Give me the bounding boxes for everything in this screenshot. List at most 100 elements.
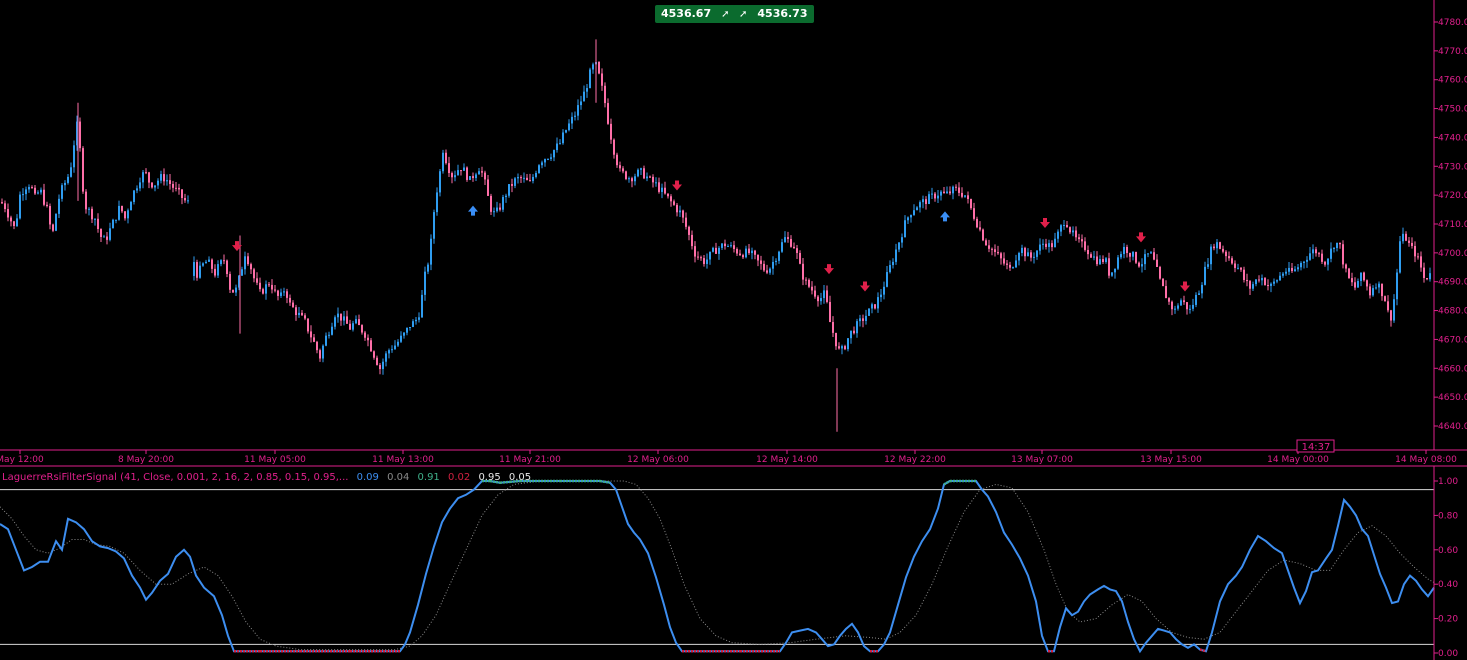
candle-body	[454, 175, 456, 178]
candle-body	[79, 121, 81, 149]
candle-body	[1156, 259, 1158, 267]
candle-body	[496, 207, 498, 212]
candle-body	[337, 313, 339, 318]
candle-body	[1309, 253, 1311, 260]
candle-body	[667, 193, 669, 197]
candle-body	[625, 171, 627, 179]
candle-body	[1351, 278, 1353, 283]
indicator-tick-label: 0.00	[1438, 649, 1458, 659]
candle-body	[1411, 242, 1413, 246]
candle-body	[379, 364, 381, 370]
price-tick-label: 4730.0	[1438, 162, 1467, 172]
candle-body	[1378, 283, 1380, 288]
candle-body	[1213, 246, 1215, 249]
indicator-level-upper: 0.95	[478, 472, 501, 483]
candle-body	[616, 154, 618, 166]
candle-body	[394, 345, 396, 350]
time-tick-label: 14 May 00:00	[1267, 455, 1329, 465]
candle-body	[118, 205, 120, 220]
candle-body	[934, 193, 936, 199]
candle-body	[241, 269, 243, 276]
candle-body	[904, 220, 906, 238]
candle-body	[508, 184, 510, 196]
candle-body	[457, 170, 459, 176]
trading-chart[interactable]: 4780.0 4770.0 4760.0 4750.0 4740.0 4730.0 4720…	[0, 0, 1467, 660]
candle-body	[40, 189, 42, 193]
candle-body	[871, 304, 873, 309]
candle-body	[685, 217, 687, 227]
candle-body	[1339, 242, 1341, 245]
candle-body	[1003, 258, 1005, 264]
candle-body	[1, 202, 3, 204]
candle-body	[790, 238, 792, 247]
candle-body	[1177, 305, 1179, 309]
buy-price-button[interactable]: ➚ 4536.73	[733, 5, 814, 23]
candle-body	[883, 286, 885, 295]
candle-body	[37, 192, 39, 194]
candle-body	[841, 346, 843, 349]
candle-body	[1051, 243, 1053, 248]
candle-body	[1414, 245, 1416, 257]
candle-body	[316, 341, 318, 351]
candle-body	[955, 186, 957, 188]
candle-body	[907, 217, 909, 221]
candle-body	[196, 262, 198, 278]
candle-body	[727, 246, 729, 248]
arrow-up-right-icon: ➚	[739, 9, 748, 20]
candle-body	[1033, 256, 1035, 258]
candle-body	[994, 249, 996, 253]
candle-body	[544, 159, 546, 163]
candle-body	[1015, 260, 1017, 268]
candle-body	[943, 191, 945, 194]
candle-body	[142, 172, 144, 183]
candle-body	[850, 330, 852, 339]
candle-body	[817, 296, 819, 302]
candle-body	[811, 286, 813, 291]
candle-body	[391, 349, 393, 351]
candle-body	[481, 171, 483, 173]
candle-body	[169, 180, 171, 184]
indicator-value-down: 0.02	[447, 472, 471, 483]
candle-body	[1270, 283, 1272, 286]
candle-body	[202, 263, 204, 266]
candle-body	[49, 206, 51, 225]
candle-body	[985, 240, 987, 246]
candle-body	[1255, 279, 1257, 285]
candle-body	[424, 271, 426, 295]
candle-body	[151, 182, 153, 188]
candle-body	[967, 195, 969, 200]
candle-body	[58, 198, 60, 214]
sell-price-button[interactable]: 4536.67 ➚	[655, 5, 736, 23]
candle-body	[133, 190, 135, 202]
candle-body	[832, 322, 834, 333]
candle-body	[847, 338, 849, 350]
candle-body	[1087, 249, 1089, 255]
candle-body	[1288, 267, 1290, 272]
time-tick-label: 12 May 22:00	[884, 455, 946, 465]
candle-body	[679, 210, 681, 213]
candle-body	[898, 242, 900, 250]
time-tick-label: May 12:00	[0, 455, 44, 465]
candle-body	[172, 183, 174, 188]
candle-body	[802, 263, 804, 280]
candle-body	[19, 194, 21, 219]
candle-body	[805, 279, 807, 281]
candle-body	[1024, 247, 1026, 257]
candle-body	[1327, 258, 1329, 265]
candle-body	[1216, 242, 1218, 249]
candle-body	[553, 150, 555, 158]
candle-body	[232, 289, 234, 293]
candle-body	[364, 332, 366, 338]
candle-body	[289, 297, 291, 303]
candle-body	[1375, 287, 1377, 289]
time-tick-label: 11 May 21:00	[499, 455, 561, 465]
indicator-tick-label: 0.80	[1438, 511, 1458, 521]
candle-body	[766, 270, 768, 273]
candle-body	[1282, 273, 1284, 276]
candle-body	[478, 171, 480, 175]
candle-body	[373, 351, 375, 358]
candle-body	[1315, 249, 1317, 254]
candle-body	[301, 312, 303, 316]
candle-body	[526, 177, 528, 181]
candle-body	[259, 282, 261, 290]
